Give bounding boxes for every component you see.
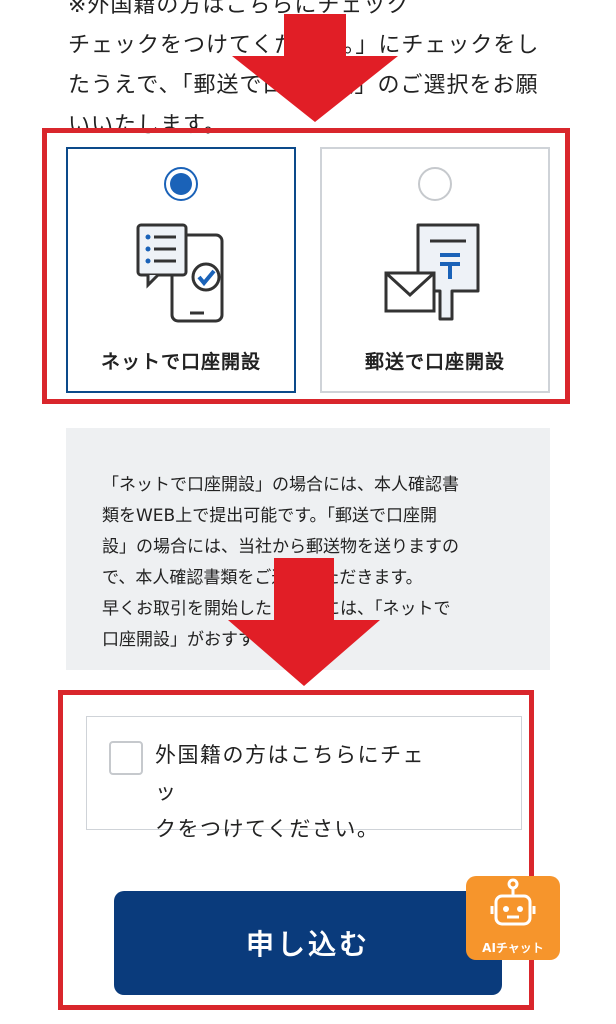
info-line: 「ネットで口座開設」の場合には、本人確認書 [102,475,459,495]
ai-chat-button[interactable]: AIチャット [466,876,560,960]
info-line: 類をWEB上で提出可能です。「郵送で口座開 [102,506,438,526]
arrow-down-icon [228,558,380,686]
robot-icon [490,878,536,926]
highlight-box-apply [58,690,534,1010]
arrow-down-icon [232,14,398,122]
ai-chat-label: AIチャット [482,941,544,955]
highlight-box-options [42,128,570,404]
